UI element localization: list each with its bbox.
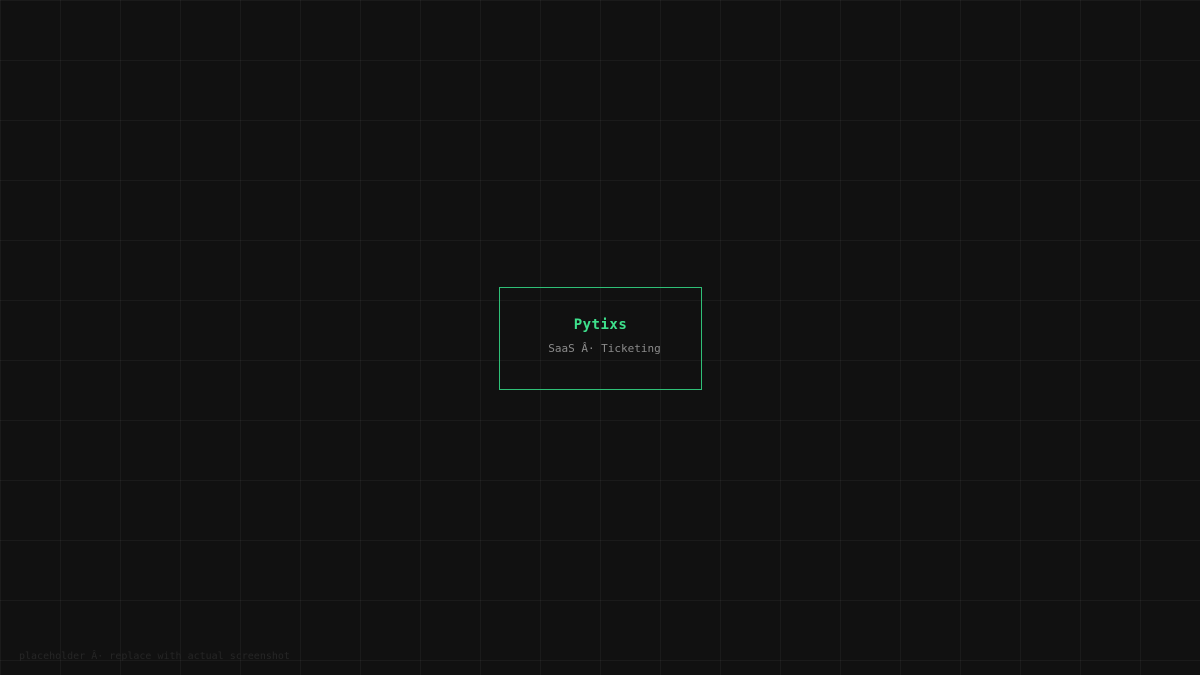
placeholder-canvas: Pytixs SaaS Â· Ticketing placeholder Â· … [0,0,1200,675]
placeholder-note: placeholder Â· replace with actual scree… [19,651,290,662]
title-card: Pytixs SaaS Â· Ticketing [499,287,702,390]
brand-title: Pytixs [573,317,628,333]
brand-subtitle: SaaS Â· Ticketing [548,342,661,355]
